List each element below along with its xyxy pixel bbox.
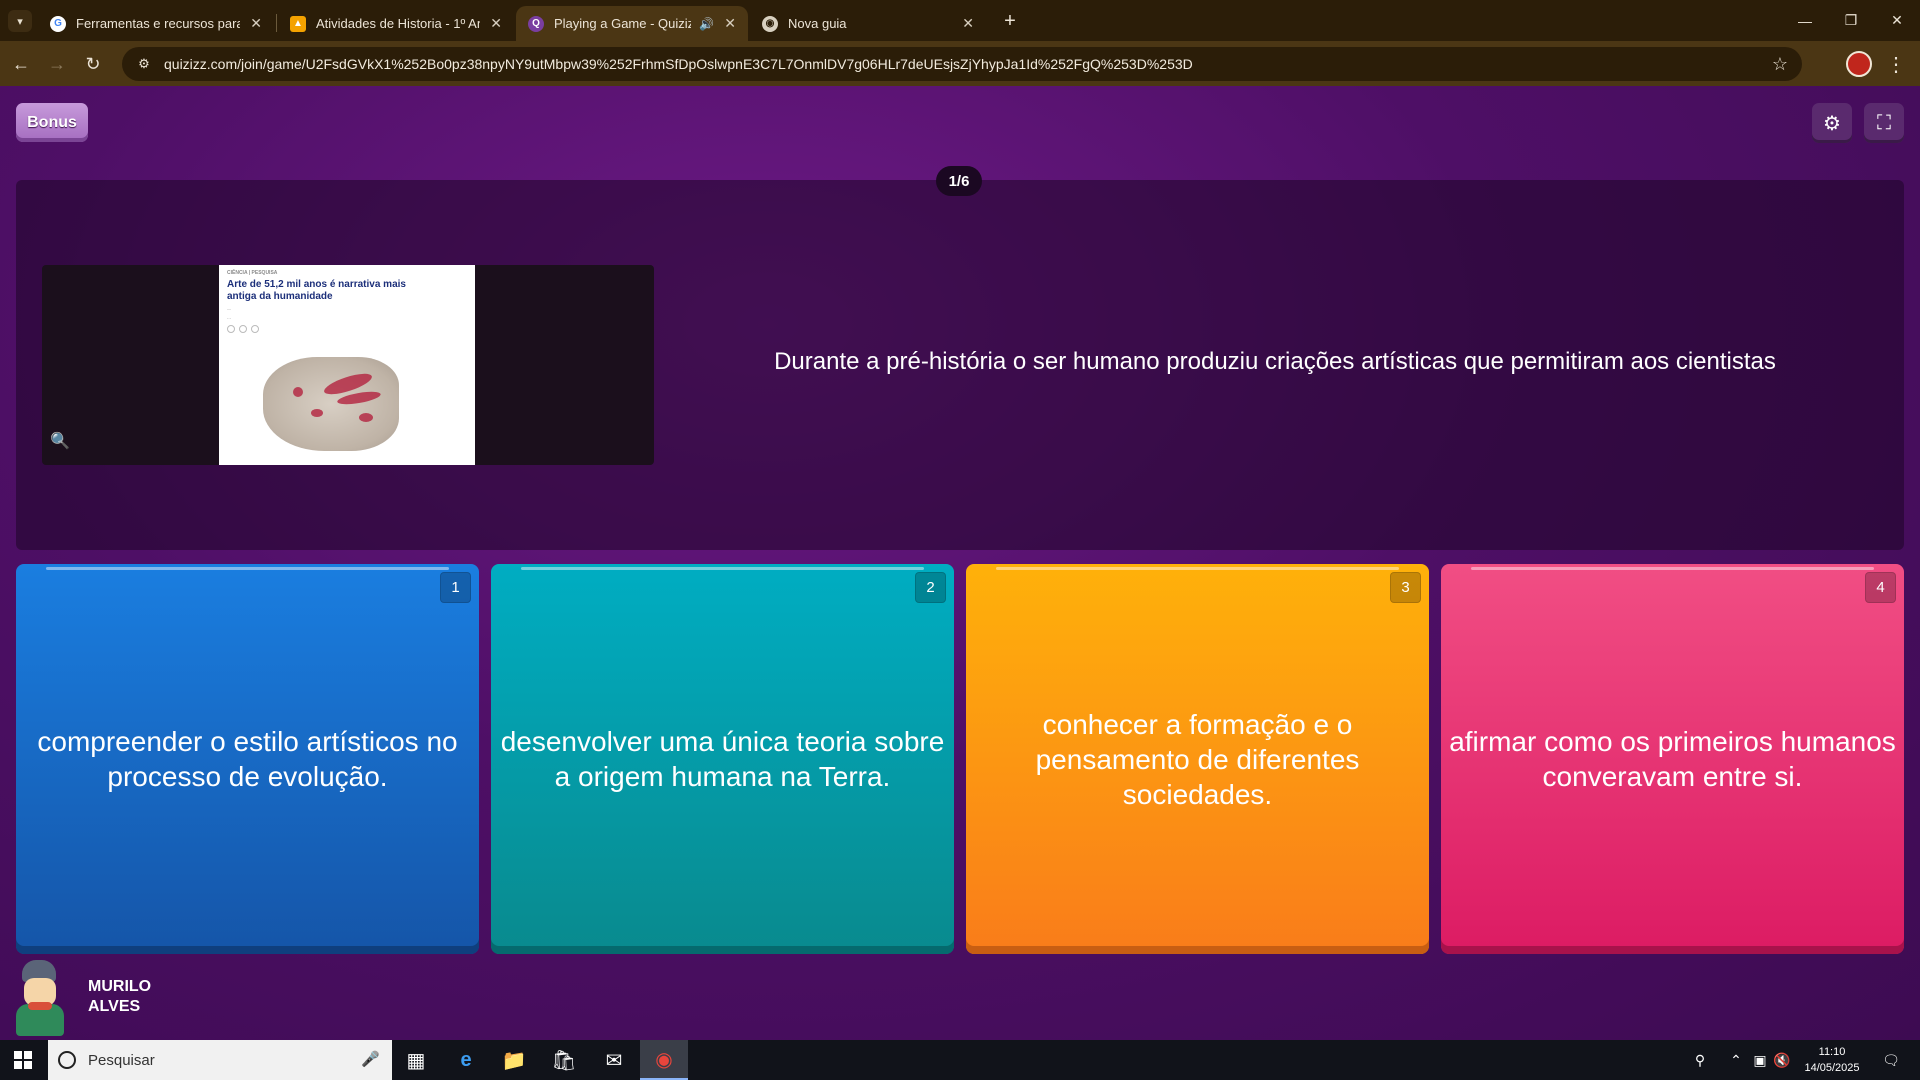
network-icon[interactable]: ▣ [1750,1040,1770,1080]
tab-atividades[interactable]: ▲ Atividades de Historia - 1º Ano ✕ [278,6,514,41]
news-article-image: CIÊNCIA | PESQUISA Arte de 51,2 mil anos… [219,265,475,465]
answer-option-4[interactable]: 4 afirmar como os primeiros humanos conv… [1441,564,1904,954]
forward-icon[interactable]: → [42,49,72,79]
tab-quizizz[interactable]: Q Playing a Game - Quizizz 🔊 ✕ [516,6,748,41]
close-window-icon[interactable]: ✕ [1874,0,1920,41]
windows-taskbar: Pesquisar 🎤 ▦ e 📁 🛍 ✉ ◉ ⚲ ⌃ ▣ 🔇 11:10 14… [0,1040,1920,1080]
option-number: 4 [1865,572,1896,603]
zoom-in-icon[interactable]: 🔍 [48,429,72,453]
browser-toolbar: ← → ↻ ⚙ quizizz.com/join/game/U2FsdGVkX1… [0,41,1920,86]
cave-art-photo [263,357,399,451]
article-headline: Arte de 51,2 mil anos é narrativa mais a… [227,279,406,302]
chrome-icon: ◉ [762,15,778,32]
question-counter: 1/6 [936,166,982,196]
taskbar-search-box[interactable]: Pesquisar 🎤 [48,1040,392,1080]
chrome-taskbar-icon[interactable]: ◉ [640,1040,688,1080]
close-tab-icon[interactable]: ✕ [724,15,736,32]
player-name: MURILO ALVES [88,978,152,1015]
reload-icon[interactable]: ↻ [78,49,108,79]
notifications-icon[interactable]: 🗨 [1874,1040,1908,1080]
google-icon: G [50,15,66,32]
article-kicker: CIÊNCIA | PESQUISA [227,270,278,276]
tab-title: Playing a Game - Quizizz [554,16,692,31]
url-text[interactable]: quizizz.com/join/game/U2FsdGVkX1%252Bo0p… [164,56,1193,72]
option-number: 3 [1390,572,1421,603]
browser-tab-bar: ▾ G Ferramentas e recursos para o ✕ ▲ At… [0,0,1920,41]
bonus-button[interactable]: Bonus [16,103,88,142]
option-text: conhecer a formação e o pensamento de di… [1035,708,1360,810]
option-text: compreender o estilo artísticos no proce… [37,726,458,792]
search-placeholder: Pesquisar [88,1051,155,1069]
back-icon[interactable]: ← [6,49,36,79]
question-media[interactable]: CIÊNCIA | PESQUISA Arte de 51,2 mil anos… [42,265,654,465]
browser-menu-icon[interactable]: ⋮ [1884,49,1908,79]
edge-icon[interactable]: e [442,1040,490,1080]
tab-nova-guia[interactable]: ◉ Nova guia ✕ [750,6,986,41]
option-text: desenvolver uma única teoria sobre a ori… [500,726,945,792]
close-tab-icon[interactable]: ✕ [962,15,974,32]
option-highlight [46,567,449,570]
option-highlight [521,567,924,570]
close-tab-icon[interactable]: ✕ [250,15,262,32]
minimize-icon[interactable]: — [1782,0,1828,41]
windows-logo-icon [14,1051,32,1069]
player-avatar [8,958,72,1036]
site-info-icon[interactable]: ⚙ [134,54,154,74]
tab-separator [276,14,277,32]
article-meta-placeholder: — [227,306,231,311]
article-lede-placeholder: … [227,315,231,320]
quiz-page: Bonus ⚙ ⛶ 1/6 CIÊNCIA | PESQUISA Arte de… [0,86,1920,1040]
player-info: MURILO ALVES [8,958,178,1036]
clock-date: 14/05/2025 [1804,1062,1860,1074]
question-text: Durante a pré-história o ser humano prod… [774,348,1776,375]
people-icon[interactable]: ⚲ [1688,1040,1712,1080]
tab-title: Ferramentas e recursos para o [76,16,241,31]
new-tab-button[interactable]: + [996,8,1024,34]
file-explorer-icon[interactable]: 📁 [490,1040,538,1080]
slides-icon: ▲ [290,15,306,32]
cortana-icon [58,1051,76,1069]
option-number: 2 [915,572,946,603]
system-clock[interactable]: 11:10 14/05/2025 [1794,1044,1870,1076]
tab-title: Nova guia [788,16,847,31]
show-hidden-icons[interactable]: ⌃ [1726,1040,1746,1080]
store-icon[interactable]: 🛍 [540,1040,588,1080]
restore-icon[interactable]: ❐ [1828,0,1874,41]
volume-muted-icon[interactable]: 🔇 [1772,1040,1792,1080]
answer-option-3[interactable]: 3 conhecer a formação e o pensamento de … [966,564,1429,954]
quizizz-icon: Q [528,15,544,32]
answer-option-1[interactable]: 1 compreender o estilo artísticos no pro… [16,564,479,954]
bookmark-star-icon[interactable]: ☆ [1772,54,1788,75]
microphone-icon[interactable]: 🎤 [361,1050,380,1068]
fullscreen-icon[interactable]: ⛶ [1864,103,1904,143]
option-number: 1 [440,572,471,603]
option-text: afirmar como os primeiros humanos conver… [1449,726,1896,792]
address-bar[interactable]: ⚙ quizizz.com/join/game/U2FsdGVkX1%252Bo… [122,47,1802,81]
mail-icon[interactable]: ✉ [590,1040,638,1080]
task-view-icon[interactable]: ▦ [392,1040,440,1080]
tab-ferramentas[interactable]: G Ferramentas e recursos para o ✕ [38,6,274,41]
speaker-icon[interactable]: 🔊 [699,17,714,31]
profile-avatar-icon[interactable] [1846,51,1872,77]
clock-time: 11:10 [1818,1046,1846,1058]
tab-search-button[interactable]: ▾ [8,10,32,32]
option-highlight [996,567,1399,570]
close-tab-icon[interactable]: ✕ [490,15,502,32]
start-button[interactable] [0,1040,46,1080]
answer-option-2[interactable]: 2 desenvolver uma única teoria sobre a o… [491,564,954,954]
tab-title: Atividades de Historia - 1º Ano [316,16,481,31]
option-highlight [1471,567,1874,570]
share-icons [227,325,467,333]
settings-gear-icon[interactable]: ⚙ [1812,103,1852,143]
